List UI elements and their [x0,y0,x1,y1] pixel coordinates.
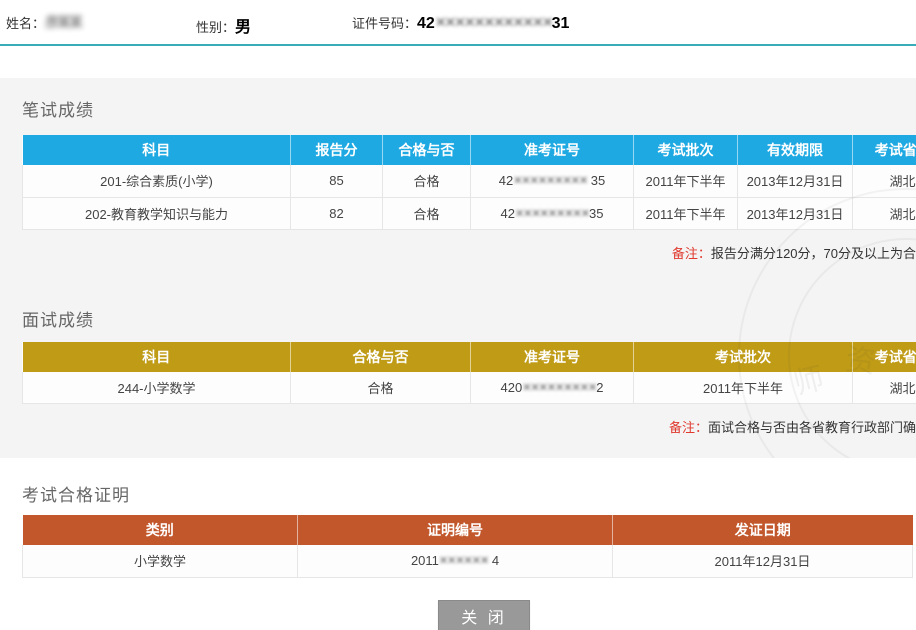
cell-category: 小学数学 [23,545,298,577]
cell-score: 82 [291,197,383,229]
table-row: 201-综合素质(小学) 85 合格 42✕✕✕✕✕✕✕✕✕ 35 2011年下… [23,165,916,197]
cell-valid: 2013年12月31日 [738,197,853,229]
cert-prefix: 2011 [411,553,439,568]
id-redacted: ✕✕✕✕✕✕✕✕✕✕✕✕ [435,14,552,31]
ticket-suffix: 35 [589,206,603,221]
col-cert-number: 证明编号 [298,515,613,545]
col-province: 考试省份 [853,135,916,165]
name-value-redacted: 彦某某 [45,12,81,32]
col-score: 报告分 [291,135,383,165]
ticket-redacted: ✕✕✕✕✕✕✕✕✕ [513,174,587,187]
cell-pass: 合格 [291,372,471,404]
name-field: 姓名：彦某某 [6,13,81,33]
cell-province: 湖北 [853,165,916,197]
cell-score: 85 [291,165,383,197]
col-batch: 考试批次 [634,342,853,372]
certificate-table: 类别 证明编号 发证日期 小学数学 2011✕✕✕✕✕✕ 4 2011年12月3… [22,515,913,578]
interview-header-row: 科目 合格与否 准考证号 考试批次 考试省份 [23,342,916,372]
cell-ticket: 42✕✕✕✕✕✕✕✕✕ 35 [471,165,634,197]
cell-province: 湖北 [853,197,916,229]
col-subject: 科目 [23,342,291,372]
certificate-table-container: 类别 证明编号 发证日期 小学数学 2011✕✕✕✕✕✕ 4 2011年12月3… [22,515,916,578]
written-header-row: 科目 报告分 合格与否 准考证号 考试批次 有效期限 考试省份 [23,135,916,165]
interview-section-title: 面试成绩 [22,306,916,331]
col-ticket: 准考证号 [471,342,634,372]
cell-province: 湖北 [853,372,916,404]
cell-ticket: 420✕✕✕✕✕✕✕✕✕2 [471,372,634,404]
remark-label: 备注： [672,246,711,261]
cell-batch: 2011年下半年 [634,197,738,229]
col-ticket: 准考证号 [471,135,634,165]
id-number-field: 证件号码：42✕✕✕✕✕✕✕✕✕✕✕✕31 [352,13,569,33]
cell-subject: 201-综合素质(小学) [23,165,291,197]
ticket-prefix: 42 [499,173,513,188]
cell-batch: 2011年下半年 [634,372,853,404]
col-pass: 合格与否 [383,135,471,165]
ticket-suffix: 35 [587,173,605,188]
cell-subject: 244-小学数学 [23,372,291,404]
col-issue-date: 发证日期 [613,515,913,545]
written-table-container: 科目 报告分 合格与否 准考证号 考试批次 有效期限 考试省份 201-综合素质… [22,135,916,230]
identity-topbar: 姓名：彦某某 性别：男 证件号码：42✕✕✕✕✕✕✕✕✕✕✕✕31 [0,0,916,46]
results-panel: 师 资 tion 笔试成绩 科目 报告分 合格与否 准考证号 考试批次 有效期限… [0,78,916,458]
cell-cert-number: 2011✕✕✕✕✕✕ 4 [298,545,613,577]
cell-valid: 2013年12月31日 [738,165,853,197]
col-valid: 有效期限 [738,135,853,165]
cell-pass: 合格 [383,165,471,197]
col-category: 类别 [23,515,298,545]
certificate-header-row: 类别 证明编号 发证日期 [23,515,913,545]
table-row: 202-教育教学知识与能力 82 合格 42✕✕✕✕✕✕✕✕✕35 2011年下… [23,197,916,229]
table-row: 244-小学数学 合格 420✕✕✕✕✕✕✕✕✕2 2011年下半年 湖北 [23,372,916,404]
id-suffix: 31 [552,15,570,32]
certificate-section-title: 考试合格证明 [22,481,916,506]
col-pass: 合格与否 [291,342,471,372]
cell-issue-date: 2011年12月31日 [613,545,913,577]
interview-remark: 备注：面试合格与否由各省教育行政部门确 [22,417,916,436]
remark-text: 面试合格与否由各省教育行政部门确 [708,420,916,435]
ticket-prefix: 42 [501,206,515,221]
certificate-section: 考试合格证明 类别 证明编号 发证日期 小学数学 2011✕✕✕✕✕✕ 4 20… [22,481,916,578]
col-subject: 科目 [23,135,291,165]
written-section-title: 笔试成绩 [22,96,916,121]
interview-scores-table: 科目 合格与否 准考证号 考试批次 考试省份 244-小学数学 合格 420✕✕… [22,342,916,405]
gender-label: 性别： [196,20,235,35]
cell-ticket: 42✕✕✕✕✕✕✕✕✕35 [471,197,634,229]
id-label: 证件号码： [352,16,417,31]
ticket-prefix: 420 [501,380,523,395]
ticket-redacted: ✕✕✕✕✕✕✕✕✕ [522,381,596,394]
col-batch: 考试批次 [634,135,738,165]
ticket-suffix: 2 [596,380,603,395]
written-remark: 备注：报告分满分120分，70分及以上为合 [22,243,916,262]
remark-label: 备注： [669,420,708,435]
close-button[interactable]: 关 闭 [438,600,530,630]
interview-table-container: 科目 合格与否 准考证号 考试批次 考试省份 244-小学数学 合格 420✕✕… [22,342,916,405]
cell-pass: 合格 [383,197,471,229]
ticket-redacted: ✕✕✕✕✕✕✕✕✕ [515,207,589,220]
cell-batch: 2011年下半年 [634,165,738,197]
gender-value: 男 [235,19,251,36]
cert-suffix: 4 [488,553,499,568]
remark-text: 报告分满分120分，70分及以上为合 [711,246,916,261]
col-province: 考试省份 [853,342,916,372]
written-scores-table: 科目 报告分 合格与否 准考证号 考试批次 有效期限 考试省份 201-综合素质… [22,135,916,230]
name-label: 姓名： [6,16,45,31]
cell-subject: 202-教育教学知识与能力 [23,197,291,229]
id-prefix: 42 [417,15,435,32]
table-row: 小学数学 2011✕✕✕✕✕✕ 4 2011年12月31日 [23,545,913,577]
gender-field: 性别：男 [196,13,251,37]
cert-redacted: ✕✕✕✕✕✕ [439,554,488,567]
